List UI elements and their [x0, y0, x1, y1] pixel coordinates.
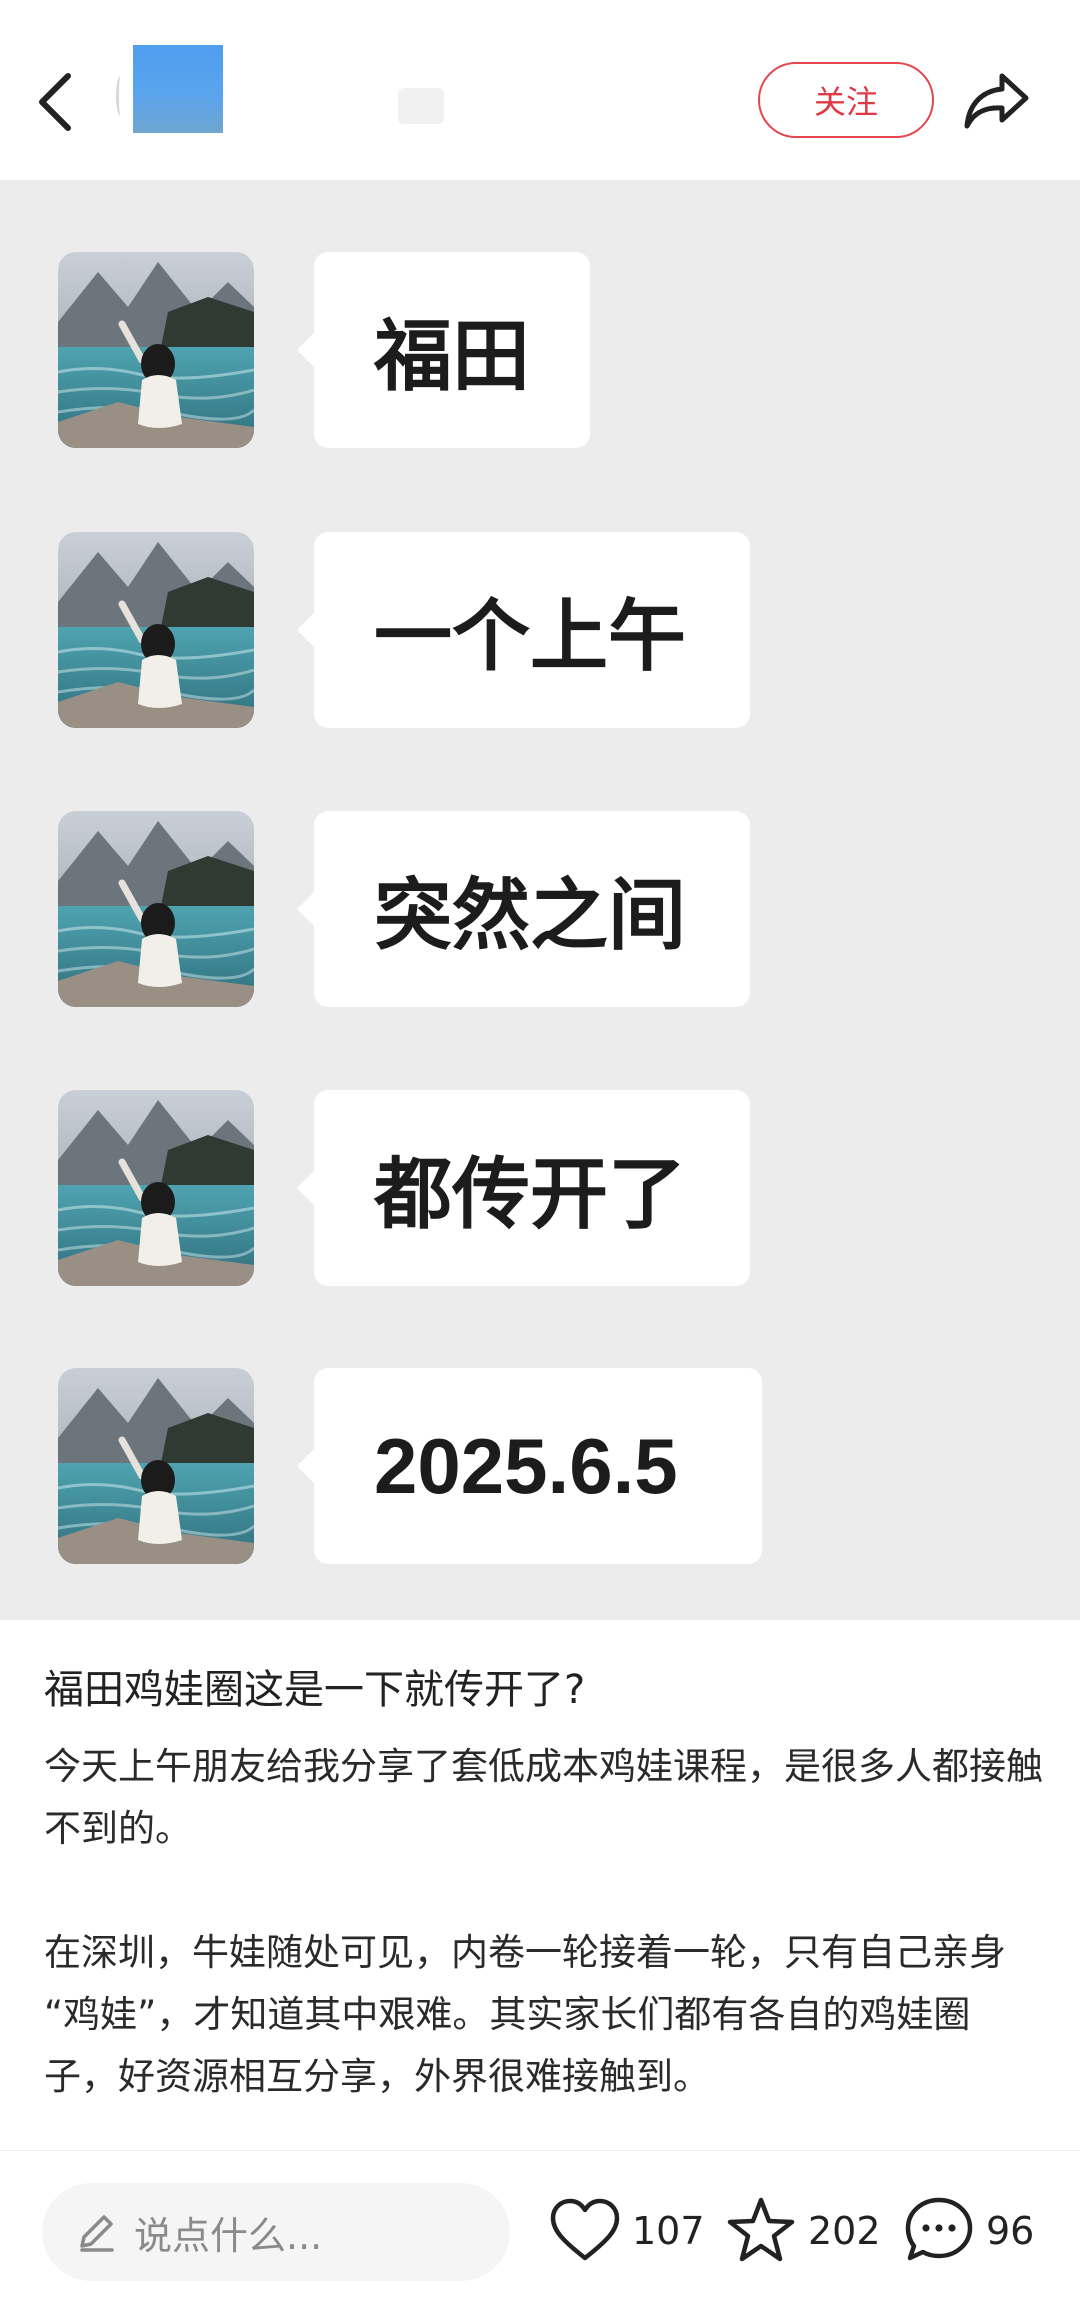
post-body: 今天上午朋友给我分享了套低成本鸡娃课程，是很多人都接触不到的。 在深圳，牛娃随处… [44, 1736, 1044, 2108]
sender-avatar [58, 811, 254, 1007]
chat-bubble: 突然之间 [297, 811, 750, 1007]
post-paragraph: 在深圳，牛娃随处可见，内卷一轮接着一轮，只有自己亲身 “鸡娃”，才知道其中艰难。… [44, 1931, 1006, 2098]
chat-bubble: 一个上午 [297, 532, 750, 728]
comment-input[interactable]: 说点什么... [42, 2183, 510, 2281]
follow-button[interactable]: 关注 [758, 62, 934, 138]
comment-count: 96 [986, 2209, 1035, 2253]
post-image[interactable]: 福田 一个上午 突然之间 都传开了 2025.6.5 [0, 180, 1080, 1620]
sender-avatar [58, 532, 254, 728]
avatar-ring [116, 76, 125, 116]
top-nav-bar: 关注 [0, 0, 1080, 180]
author-name[interactable] [398, 88, 444, 124]
post-text-block: 福田鸡娃圈这是一下就传开了? 今天上午朋友给我分享了套低成本鸡娃课程，是很多人都… [44, 1660, 1044, 2108]
like-button[interactable]: 107 [548, 2191, 705, 2271]
chat-message: 都传开了 [58, 1090, 758, 1286]
author-avatar[interactable] [133, 45, 223, 133]
bottom-action-bar: 说点什么... 107 202 96 [0, 2150, 1080, 2313]
pencil-icon [80, 2215, 114, 2252]
chat-message: 突然之间 [58, 811, 758, 1007]
chat-bubble: 2025.6.5 [297, 1368, 762, 1564]
speech-bubble-icon [905, 2197, 973, 2261]
share-button[interactable] [962, 70, 1032, 132]
chat-message: 2025.6.5 [58, 1368, 778, 1564]
chevron-left-icon [39, 73, 71, 131]
comment-button[interactable]: 96 [902, 2191, 1034, 2271]
post-title: 福田鸡娃圈这是一下就传开了? [44, 1667, 586, 1713]
star-icon [727, 2197, 795, 2262]
heart-icon [550, 2198, 620, 2261]
like-count: 107 [632, 2209, 705, 2253]
sender-avatar [58, 1090, 254, 1286]
comment-placeholder: 说点什么... [134, 2213, 323, 2258]
favorite-count: 202 [808, 2209, 881, 2253]
share-arrow-icon [964, 73, 1029, 129]
chat-message: 福田 [58, 252, 598, 448]
chat-bubble: 都传开了 [297, 1090, 750, 1286]
chat-message: 一个上午 [58, 532, 758, 728]
chat-bubble: 福田 [297, 252, 590, 448]
sender-avatar [58, 252, 254, 448]
post-paragraph: 今天上午朋友给我分享了套低成本鸡娃课程，是很多人都接触不到的。 [44, 1745, 1043, 1850]
sender-avatar [58, 1368, 254, 1564]
post-content: 福田鸡娃圈这是一下就传开了? 今天上午朋友给我分享了套低成本鸡娃课程，是很多人都… [0, 1620, 1080, 2150]
back-button[interactable] [30, 62, 82, 142]
favorite-button[interactable]: 202 [724, 2191, 881, 2271]
